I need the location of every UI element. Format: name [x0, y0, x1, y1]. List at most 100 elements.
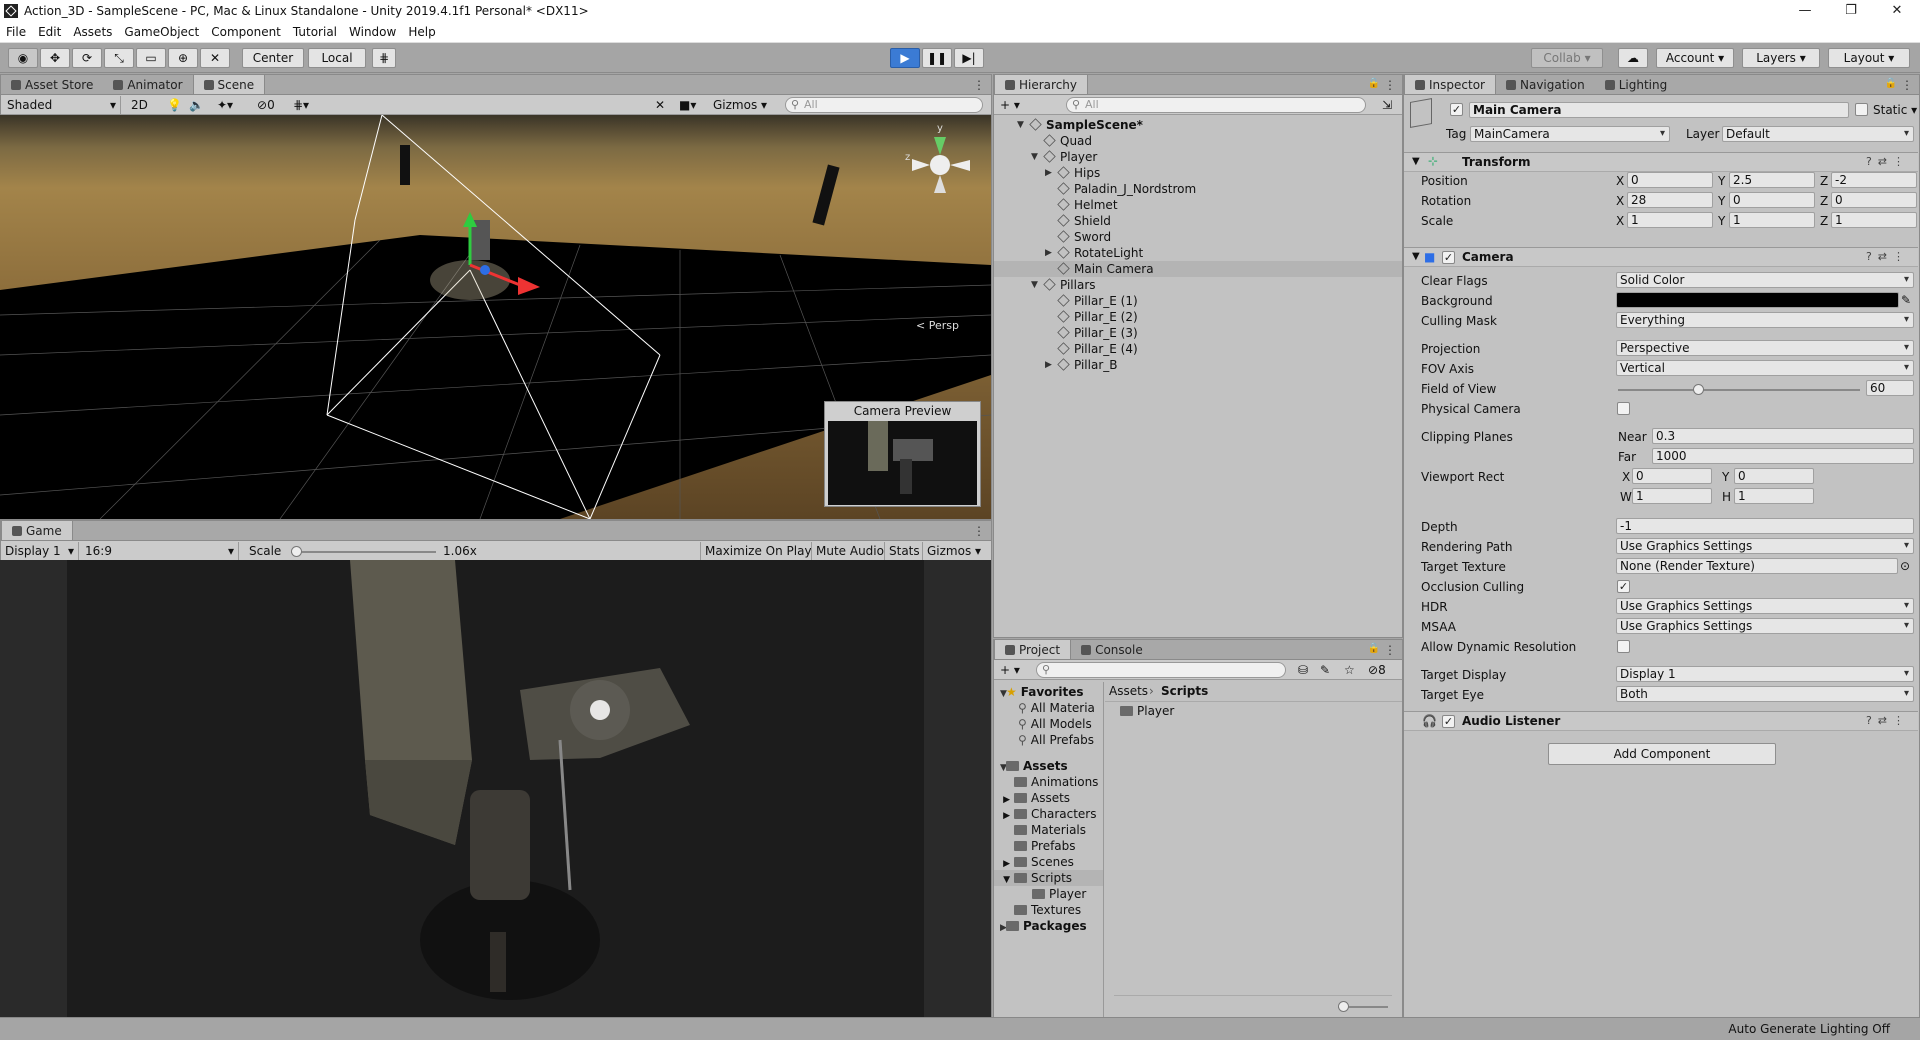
space-local-button[interactable]: Local: [308, 48, 366, 68]
lighting-toggle-icon[interactable]: 💡: [163, 96, 186, 114]
maximize-on-play-toggle[interactable]: Maximize On Play: [700, 542, 816, 560]
favorites-star-icon[interactable]: ☆: [1340, 661, 1359, 679]
rotate-tool-button[interactable]: ⟳: [72, 48, 102, 68]
tab-console[interactable]: Console: [1071, 640, 1153, 659]
physical-camera-checkbox[interactable]: [1617, 402, 1630, 415]
tools-icon[interactable]: ✕: [651, 96, 669, 114]
hierarchy-item[interactable]: ▼ Pillars: [994, 277, 1402, 293]
gameobject-name-field[interactable]: Main Camera: [1469, 102, 1849, 118]
hierarchy-item[interactable]: ▶ Pillar_B: [994, 357, 1402, 373]
filter-label-icon[interactable]: ✎: [1316, 661, 1334, 679]
foldout-arrow-icon[interactable]: ▼: [1017, 117, 1024, 133]
scale-slider-thumb[interactable]: [291, 546, 302, 557]
camera-component-header[interactable]: ▼ ■ ✓ Camera ?⇄⋮: [1404, 247, 1918, 267]
fov-axis-dropdown[interactable]: Vertical: [1616, 360, 1914, 376]
hierarchy-menu-icon[interactable]: ⋮: [1384, 78, 1396, 92]
game-menu-icon[interactable]: ⋮: [973, 524, 985, 538]
scale-field[interactable]: 1: [1831, 212, 1917, 228]
breadcrumb-scripts[interactable]: Scripts: [1161, 684, 1208, 698]
grid-snap-button[interactable]: ⋕: [372, 48, 396, 68]
project-folder[interactable]: ▶ Characters: [994, 806, 1103, 822]
projection-dropdown[interactable]: Perspective: [1616, 340, 1914, 356]
target-texture-field[interactable]: None (Render Texture): [1616, 558, 1898, 574]
2d-toggle[interactable]: 2D: [127, 96, 152, 114]
static-dropdown[interactable]: Static ▾: [1873, 102, 1917, 118]
component-options-icon[interactable]: ?⇄⋮: [1866, 155, 1910, 168]
hierarchy-item[interactable]: Paladin_J_Nordstrom: [994, 181, 1402, 197]
perspective-label[interactable]: < Persp: [916, 319, 959, 332]
tab-navigation[interactable]: Navigation: [1496, 75, 1595, 94]
breadcrumb-assets[interactable]: Assets: [1109, 684, 1148, 698]
favorite-item[interactable]: ⚲ All Prefabs: [994, 732, 1103, 748]
scale-field[interactable]: 1: [1627, 212, 1713, 228]
project-folder[interactable]: Materials: [994, 822, 1103, 838]
close-button[interactable]: ✕: [1874, 0, 1920, 22]
foldout-arrow-icon[interactable]: ▼: [1031, 149, 1038, 165]
favorite-item[interactable]: ⚲ All Models: [994, 716, 1103, 732]
gameobject-active-checkbox[interactable]: ✓: [1450, 103, 1463, 116]
scale-slider[interactable]: [291, 546, 436, 557]
cloud-button[interactable]: ☁: [1618, 48, 1648, 68]
vp-w-field[interactable]: 1: [1632, 488, 1712, 504]
position-field[interactable]: -2: [1831, 172, 1917, 188]
hierarchy-item[interactable]: ▶ Hips: [994, 165, 1402, 181]
menu-file[interactable]: File: [0, 25, 32, 39]
project-menu-icon[interactable]: ⋮: [1384, 643, 1396, 657]
component-options-icon[interactable]: ?⇄⋮: [1866, 250, 1910, 263]
hierarchy-item[interactable]: Pillar_E (3): [994, 325, 1402, 341]
foldout-arrow-icon[interactable]: ▶: [1045, 357, 1052, 373]
menu-component[interactable]: Component: [205, 25, 287, 39]
static-checkbox[interactable]: [1855, 103, 1868, 116]
view-tool-button[interactable]: ◉: [8, 48, 38, 68]
mute-audio-toggle[interactable]: Mute Audio: [811, 542, 888, 560]
position-field[interactable]: 2.5: [1729, 172, 1815, 188]
project-folder[interactable]: Player: [994, 886, 1103, 902]
tab-scene[interactable]: Scene: [192, 75, 266, 94]
foldout-arrow-icon[interactable]: ▶: [1045, 245, 1052, 261]
vp-x-field[interactable]: 0: [1632, 468, 1712, 484]
assets-root[interactable]: ▼ Assets: [994, 758, 1103, 774]
vp-h-field[interactable]: 1: [1734, 488, 1814, 504]
lock-icon[interactable]: 🔒: [1368, 643, 1380, 654]
hdr-dropdown[interactable]: Use Graphics Settings: [1616, 598, 1914, 614]
icon-size-slider[interactable]: [1338, 1001, 1388, 1012]
hierarchy-item[interactable]: ▶ RotateLight: [994, 245, 1402, 261]
scale-field[interactable]: 1: [1729, 212, 1815, 228]
fov-field[interactable]: 60: [1866, 380, 1914, 396]
camera-dropdown-icon[interactable]: ■▾: [675, 96, 700, 114]
fov-slider[interactable]: [1618, 384, 1860, 395]
icon-size-thumb[interactable]: [1338, 1001, 1349, 1012]
transform-tool-button[interactable]: ⊕: [168, 48, 198, 68]
hierarchy-item[interactable]: Sword: [994, 229, 1402, 245]
tab-animator[interactable]: Animator: [103, 75, 192, 94]
foldout-arrow-icon[interactable]: ▶: [1045, 165, 1052, 181]
game-viewport[interactable]: [0, 560, 991, 1017]
hierarchy-item[interactable]: Helmet: [994, 197, 1402, 213]
background-color-field[interactable]: [1616, 292, 1899, 308]
grid-toggle-icon[interactable]: ⋕▾: [289, 96, 313, 114]
effects-dropdown-icon[interactable]: ✦▾: [213, 96, 237, 114]
audio-listener-header[interactable]: 🎧 ✓ Audio Listener ?⇄⋮: [1404, 711, 1918, 731]
aspect-dropdown[interactable]: 16:9 ▾: [81, 542, 239, 560]
tag-dropdown[interactable]: MainCamera: [1470, 126, 1670, 142]
camera-enabled-checkbox[interactable]: ✓: [1442, 251, 1455, 264]
project-folder[interactable]: Animations: [994, 774, 1103, 790]
transform-component-header[interactable]: ▼ ⊹ Transform ?⇄⋮: [1404, 152, 1918, 172]
foldout-arrow-icon[interactable]: ▼: [1031, 277, 1038, 293]
culling-mask-dropdown[interactable]: Everything: [1616, 312, 1914, 328]
hidden-objects-counter[interactable]: ⊘0: [253, 96, 279, 114]
layer-dropdown[interactable]: Default: [1722, 126, 1914, 142]
layers-dropdown[interactable]: Layers ▾: [1742, 48, 1820, 68]
hierarchy-item[interactable]: Pillar_E (2): [994, 309, 1402, 325]
project-folder[interactable]: ▼ Scripts: [994, 870, 1103, 886]
hidden-packages-counter[interactable]: ⊘8: [1364, 661, 1390, 679]
create-asset-dropdown[interactable]: + ▾: [996, 661, 1024, 679]
clear-flags-dropdown[interactable]: Solid Color: [1616, 272, 1914, 288]
menu-window[interactable]: Window: [343, 25, 402, 39]
hierarchy-item[interactable]: Main Camera: [994, 261, 1402, 277]
tab-inspector[interactable]: Inspector: [1404, 75, 1496, 94]
hierarchy-item[interactable]: ▼ Player: [994, 149, 1402, 165]
play-button[interactable]: ▶: [890, 48, 920, 68]
add-component-button[interactable]: Add Component: [1548, 743, 1776, 765]
vp-y-field[interactable]: 0: [1734, 468, 1814, 484]
